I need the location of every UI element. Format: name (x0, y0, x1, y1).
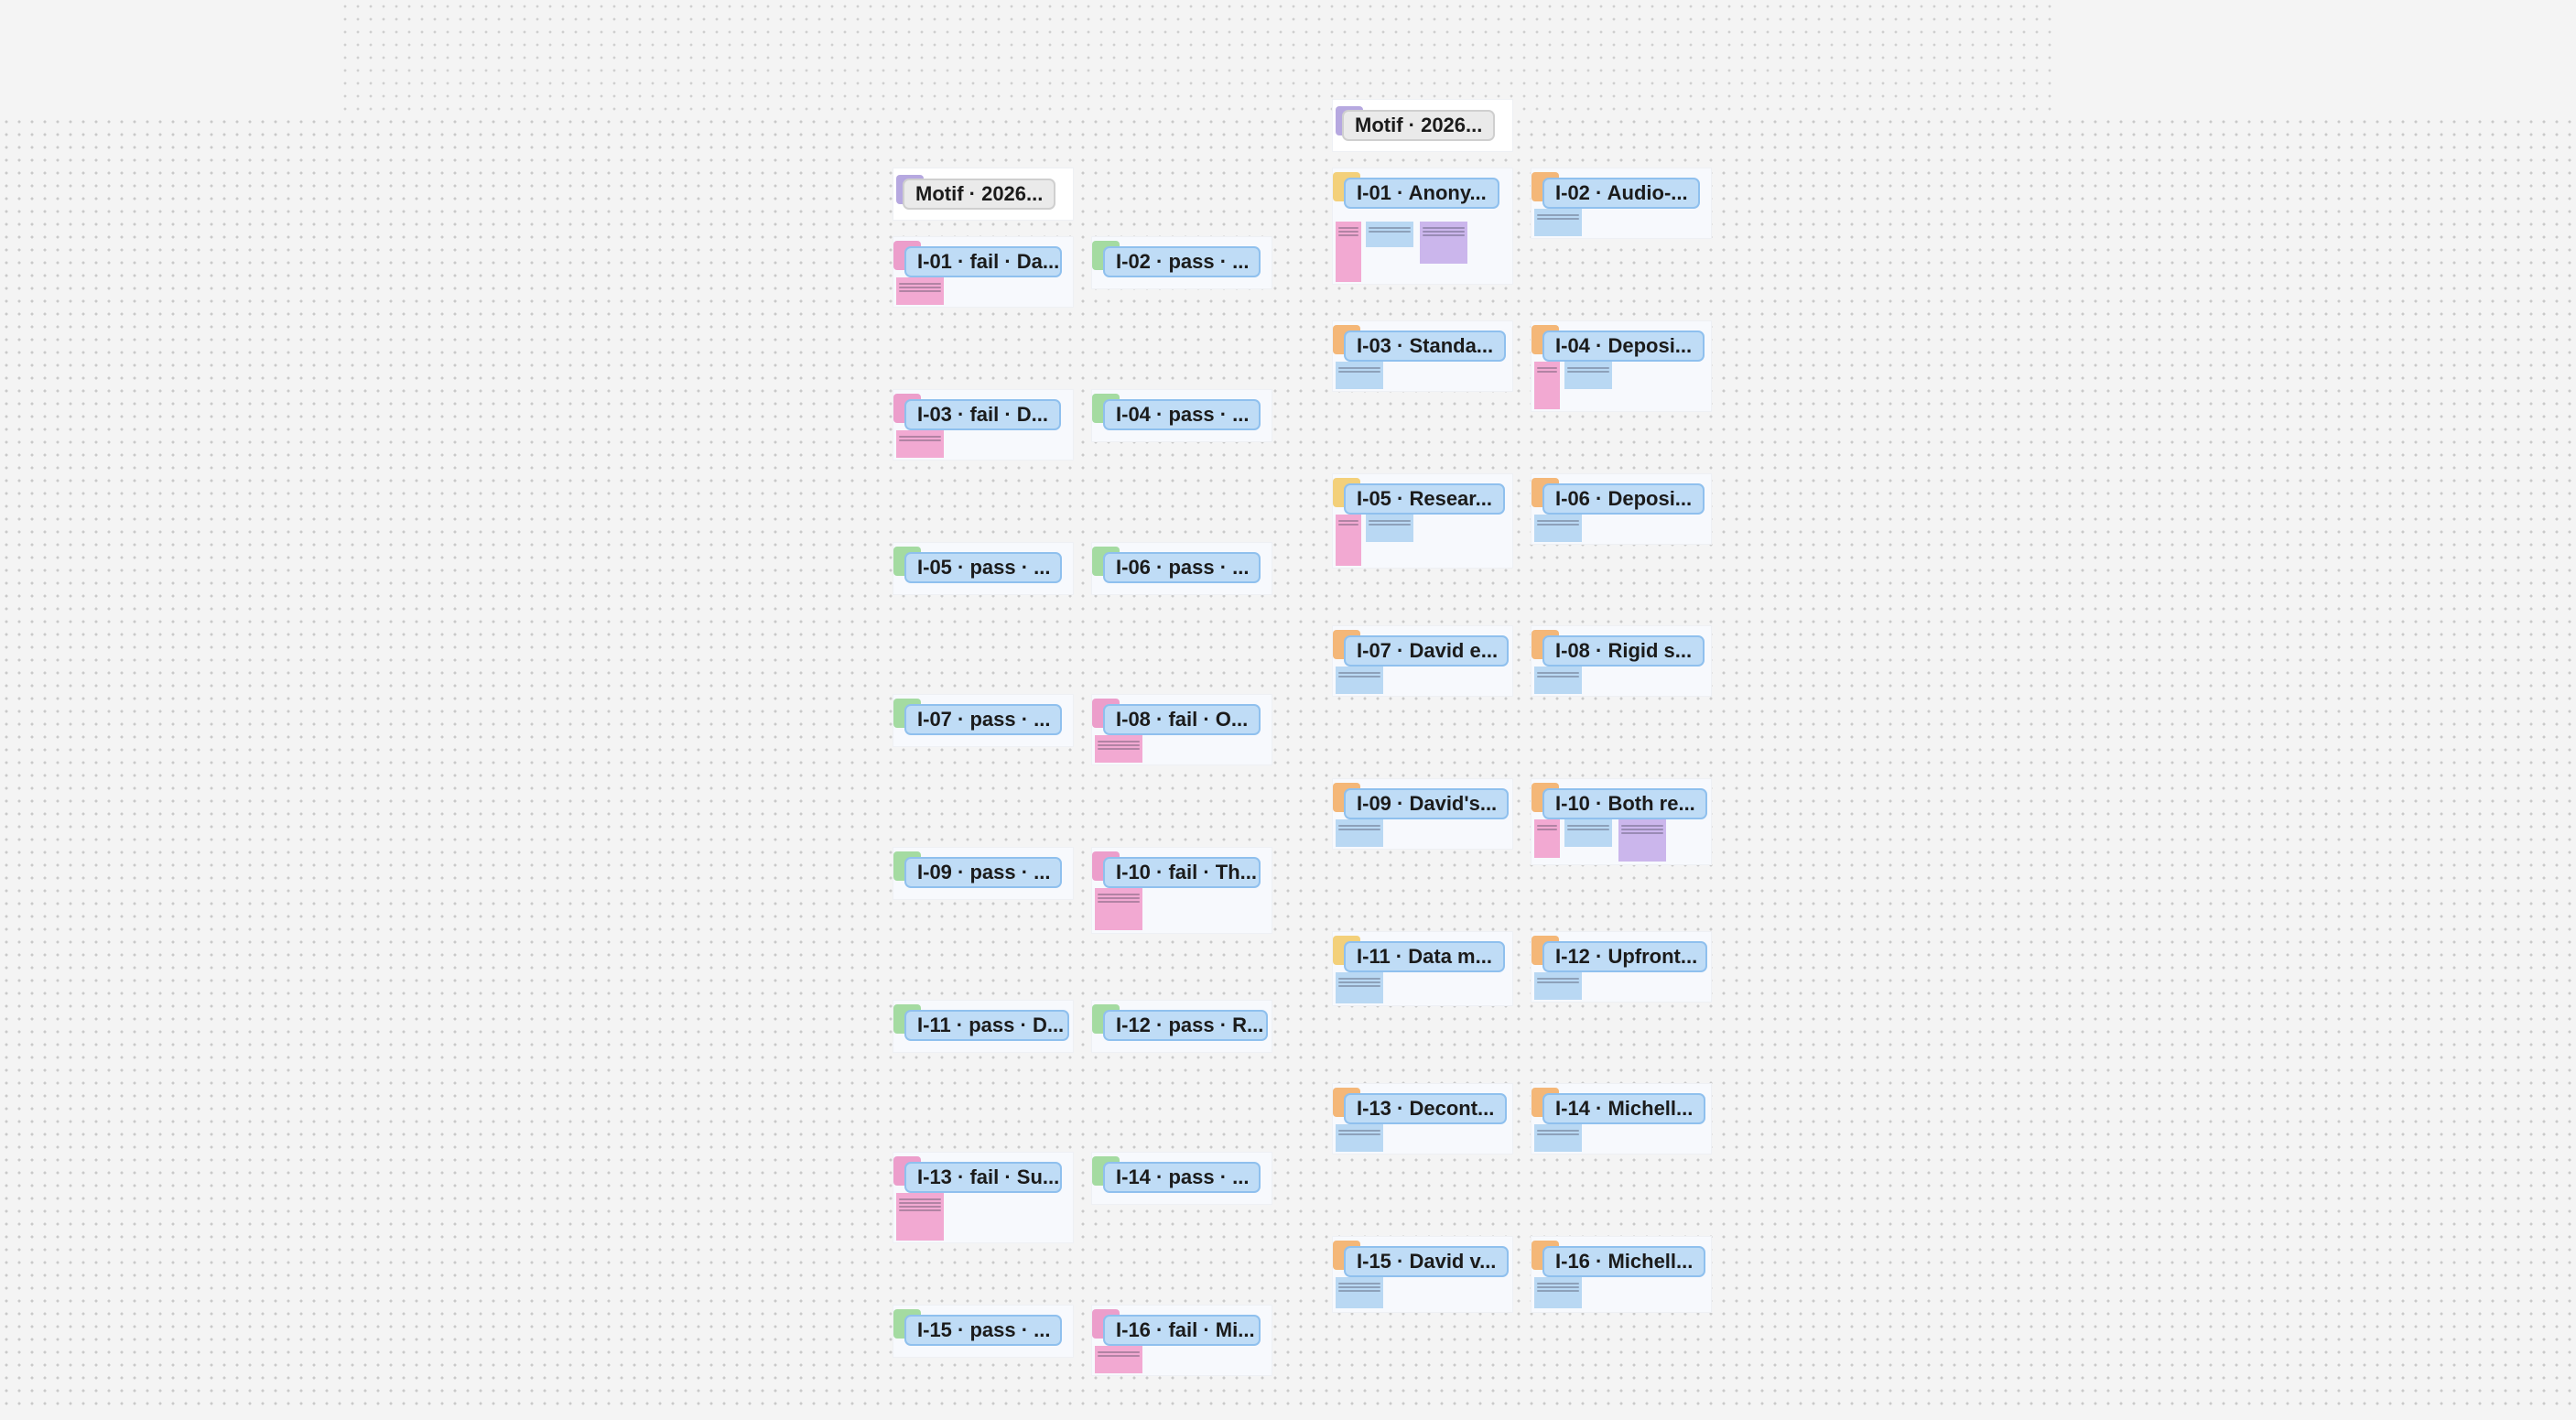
right-item-label[interactable]: I-07 · David e... (1344, 635, 1509, 667)
sticky-note (1534, 515, 1582, 542)
left-item-label[interactable]: I-11 · pass · D... (904, 1010, 1069, 1041)
left-item-label[interactable]: I-05 · pass · ... (904, 552, 1062, 583)
left-motif-frame[interactable]: Motif · 2026... (893, 168, 1074, 221)
right-item-label[interactable]: I-02 · Audio-... (1542, 178, 1700, 209)
left-item-frame[interactable]: I-05 · pass · ... (893, 542, 1074, 595)
left-item-frame[interactable]: I-09 · pass · ... (893, 847, 1074, 900)
right-item-frame[interactable]: I-16 · Michell... (1531, 1236, 1712, 1313)
right-item-frame[interactable]: I-15 · David v... (1332, 1236, 1513, 1313)
left-item-frame[interactable]: I-11 · pass · D... (893, 1000, 1074, 1053)
left-item-frame[interactable]: I-16 · fail · Mi... (1091, 1305, 1272, 1376)
sticky-note (1336, 667, 1383, 694)
right-item-frame[interactable]: I-08 · Rigid s... (1531, 625, 1712, 697)
right-item-label[interactable]: I-09 · David's... (1344, 788, 1509, 819)
left-item-label[interactable]: I-03 · fail · D... (904, 399, 1062, 430)
right-item-label[interactable]: I-06 · Deposi... (1542, 483, 1705, 515)
right-motif-frame[interactable]: Motif · 2026... (1332, 99, 1513, 152)
right-item-frame[interactable]: I-03 · Standa... (1332, 320, 1513, 392)
left-item-frame[interactable]: I-06 · pass · ... (1091, 542, 1272, 595)
right-item-frame[interactable]: I-04 · Deposi... (1531, 320, 1712, 412)
right-item-label[interactable]: I-16 · Michell... (1542, 1246, 1706, 1277)
sticky-note (1336, 1124, 1383, 1152)
right-item-label[interactable]: I-12 · Upfront... (1542, 941, 1707, 972)
left-item-frame[interactable]: I-04 · pass · ... (1091, 389, 1272, 442)
whiteboard-canvas[interactable]: Motif · 2026... I-01 · fail · Da... I-02… (0, 0, 2576, 1420)
left-item-label[interactable]: I-06 · pass · ... (1103, 552, 1261, 583)
left-item-label[interactable]: I-16 · fail · Mi... (1103, 1315, 1261, 1346)
left-motif-header[interactable]: Motif · 2026... (903, 179, 1056, 210)
left-item-label[interactable]: I-02 · pass · ... (1103, 246, 1261, 277)
right-item-label[interactable]: I-08 · Rigid s... (1542, 635, 1705, 667)
right-item-frame[interactable]: I-10 · Both re... (1531, 778, 1712, 865)
sticky-note (896, 1193, 944, 1241)
sticky-note (1095, 735, 1142, 763)
sticky-note (1366, 515, 1413, 542)
right-item-frame[interactable]: I-06 · Deposi... (1531, 473, 1712, 545)
left-item-label[interactable]: I-09 · pass · ... (904, 857, 1062, 888)
left-item-frame[interactable]: I-14 · pass · ... (1091, 1152, 1272, 1205)
right-item-label[interactable]: I-04 · Deposi... (1542, 331, 1705, 362)
left-item-frame[interactable]: I-02 · pass · ... (1091, 236, 1272, 289)
sticky-note (1534, 972, 1582, 1000)
right-item-label[interactable]: I-01 · Anony... (1344, 178, 1499, 209)
right-item-frame[interactable]: I-05 · Resear... (1332, 473, 1513, 569)
sticky-note (1095, 888, 1142, 930)
left-item-frame[interactable]: I-07 · pass · ... (893, 694, 1074, 747)
left-item-frame[interactable]: I-15 · pass · ... (893, 1305, 1074, 1358)
left-item-label[interactable]: I-01 · fail · Da... (904, 246, 1062, 277)
right-item-label[interactable]: I-03 · Standa... (1344, 331, 1507, 362)
sticky-note (1336, 515, 1361, 566)
sticky-note (1534, 209, 1582, 236)
left-item-frame[interactable]: I-01 · fail · Da... (893, 236, 1074, 308)
left-item-frame[interactable]: I-03 · fail · D... (893, 389, 1074, 461)
sticky-note (1336, 819, 1383, 847)
right-item-frame[interactable]: I-07 · David e... (1332, 625, 1513, 697)
right-item-frame[interactable]: I-01 · Anony... (1332, 168, 1513, 285)
right-item-frame[interactable]: I-11 · Data m... (1332, 931, 1513, 1006)
canvas-top-band (0, 0, 2576, 114)
sticky-note (1336, 362, 1383, 389)
right-item-label[interactable]: I-05 · Resear... (1344, 483, 1505, 515)
left-item-frame[interactable]: I-12 · pass · R... (1091, 1000, 1272, 1053)
right-item-label[interactable]: I-15 · David v... (1344, 1246, 1509, 1277)
sticky-note (1095, 1346, 1142, 1373)
sticky-note (1534, 362, 1560, 409)
sticky-note (896, 277, 944, 305)
sticky-note (1336, 222, 1361, 282)
sticky-note (896, 430, 944, 458)
sticky-note (1534, 1124, 1582, 1152)
left-item-label[interactable]: I-04 · pass · ... (1103, 399, 1261, 430)
left-item-frame[interactable]: I-10 · fail · Th... (1091, 847, 1272, 934)
right-item-frame[interactable]: I-13 · Decont... (1332, 1083, 1513, 1154)
sticky-note (1336, 972, 1383, 1003)
canvas-bottom-band (0, 1410, 2576, 1420)
right-item-label[interactable]: I-11 · Data m... (1344, 941, 1505, 972)
right-item-label[interactable]: I-14 · Michell... (1542, 1093, 1706, 1124)
left-item-label[interactable]: I-08 · fail · O... (1103, 704, 1261, 735)
left-item-label[interactable]: I-07 · pass · ... (904, 704, 1062, 735)
right-item-frame[interactable]: I-09 · David's... (1332, 778, 1513, 850)
left-item-label[interactable]: I-15 · pass · ... (904, 1315, 1062, 1346)
left-item-frame[interactable]: I-08 · fail · O... (1091, 694, 1272, 765)
sticky-note (1336, 1277, 1383, 1308)
sticky-note (1366, 222, 1413, 247)
sticky-note (1618, 819, 1666, 862)
right-item-frame[interactable]: I-12 · Upfront... (1531, 931, 1712, 1003)
right-item-frame[interactable]: I-14 · Michell... (1531, 1083, 1712, 1154)
sticky-note (1534, 1277, 1582, 1308)
right-motif-header[interactable]: Motif · 2026... (1342, 110, 1496, 141)
right-item-frame[interactable]: I-02 · Audio-... (1531, 168, 1712, 239)
left-item-label[interactable]: I-10 · fail · Th... (1103, 857, 1261, 888)
left-item-label[interactable]: I-14 · pass · ... (1103, 1162, 1261, 1193)
sticky-note (1564, 819, 1612, 847)
left-item-frame[interactable]: I-13 · fail · Su... (893, 1152, 1074, 1243)
left-item-label[interactable]: I-13 · fail · Su... (904, 1162, 1062, 1193)
right-item-label[interactable]: I-13 · Decont... (1344, 1093, 1508, 1124)
sticky-note (1420, 222, 1467, 264)
sticky-note (1534, 667, 1582, 694)
sticky-note (1564, 362, 1612, 389)
sticky-note (1534, 819, 1560, 858)
left-item-label[interactable]: I-12 · pass · R... (1103, 1010, 1268, 1041)
right-item-label[interactable]: I-10 · Both re... (1542, 788, 1707, 819)
